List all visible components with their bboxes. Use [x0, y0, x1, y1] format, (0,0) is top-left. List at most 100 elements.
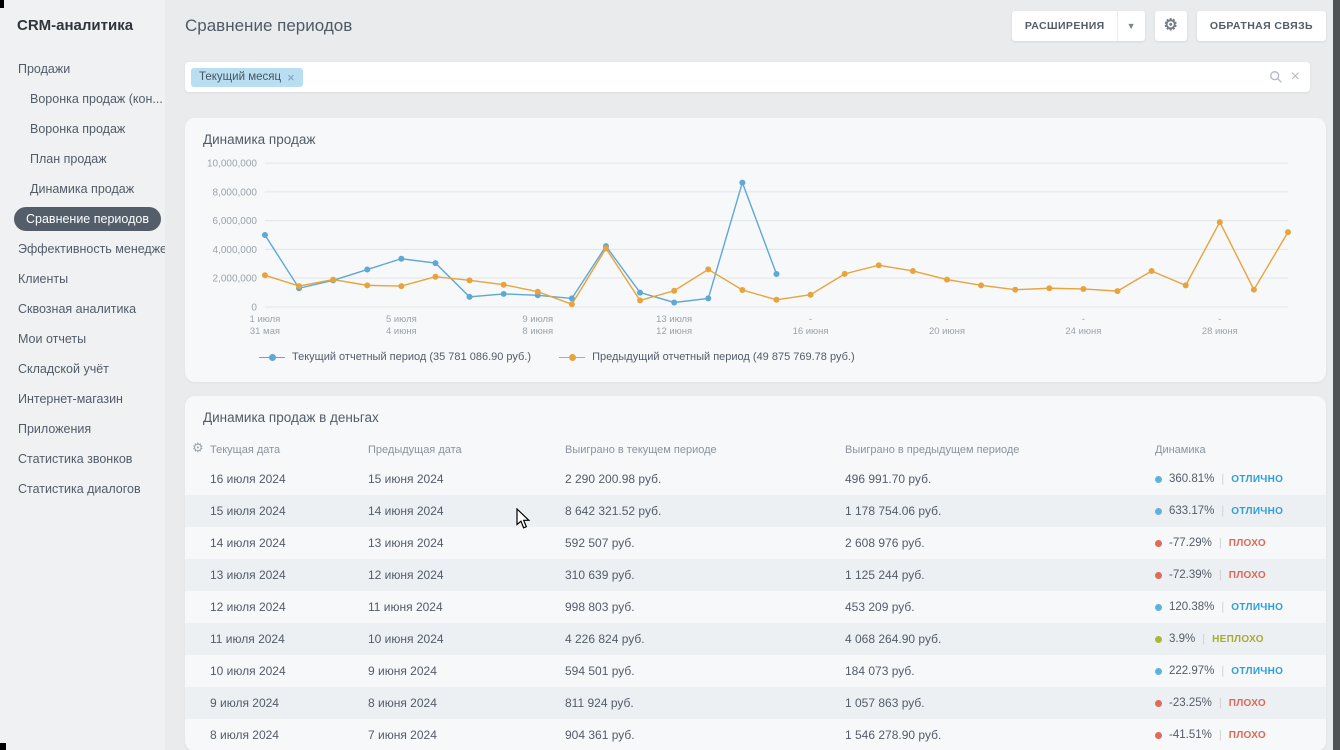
- table-settings-gear-icon[interactable]: ⚙: [192, 441, 204, 454]
- svg-text:16 июня: 16 июня: [793, 326, 829, 337]
- sidebar-item[interactable]: Продажи: [0, 54, 165, 84]
- svg-text:2,000,000: 2,000,000: [213, 274, 258, 285]
- filter-bar[interactable]: Текущий месяц × ×: [185, 62, 1310, 92]
- scrollbar[interactable]: [1333, 0, 1340, 750]
- dynamics-cell: 222.97%|ОТЛИЧНО: [1155, 665, 1326, 677]
- legend-item[interactable]: Предыдущий отчетный период (49 875 769.7…: [559, 351, 855, 363]
- sidebar-item[interactable]: План продаж: [0, 144, 165, 174]
- current-date-cell: 11 июля 2024: [210, 632, 368, 646]
- column-header[interactable]: Текущая дата: [210, 444, 368, 456]
- dynamics-percent: -77.29%: [1169, 537, 1212, 549]
- status-label: ПЛОХО: [1229, 698, 1266, 709]
- feedback-label: ОБРАТНАЯ СВЯЗЬ: [1210, 20, 1313, 32]
- column-header[interactable]: Выиграно в текущем периоде: [565, 444, 845, 456]
- table-row[interactable]: 9 июля 20248 июня 2024811 924 руб.1 057 …: [185, 687, 1326, 719]
- previous-date-cell: 14 июня 2024: [368, 504, 565, 518]
- sidebar-item[interactable]: Интернет-магазин: [0, 384, 165, 414]
- previous-won-cell: 453 209 руб.: [845, 600, 1155, 614]
- table-row[interactable]: 15 июля 202414 июня 20248 642 321.52 руб…: [185, 495, 1326, 527]
- column-header[interactable]: Предыдущая дата: [368, 444, 565, 456]
- current-date-cell: 13 июля 2024: [210, 568, 368, 582]
- current-date-cell: 16 июля 2024: [210, 472, 368, 486]
- sidebar-nav: Продажи Воронка продаж (кон... Воронка про…: [0, 54, 165, 504]
- dynamics-cell: 120.38%|ОТЛИЧНО: [1155, 601, 1326, 613]
- current-won-cell: 904 361 руб.: [565, 728, 845, 742]
- svg-text:9 июля: 9 июля: [522, 314, 553, 325]
- sidebar-item-label: Воронка продаж: [30, 122, 125, 136]
- dynamics-cell: -77.29%|ПЛОХО: [1155, 537, 1326, 549]
- previous-won-cell: 1 125 244 руб.: [845, 568, 1155, 582]
- legend-label: Предыдущий отчетный период (49 875 769.7…: [592, 351, 855, 363]
- sidebar-item-label: Статистика звонков: [18, 452, 132, 466]
- settings-button[interactable]: ⚙: [1155, 11, 1187, 41]
- table-row[interactable]: 16 июля 202415 июня 20242 290 200.98 руб…: [185, 463, 1326, 495]
- window-edge-artifact: [0, 743, 6, 750]
- legend-marker-icon: [559, 353, 585, 362]
- extensions-label: РАСШИРЕНИЯ: [1025, 20, 1105, 32]
- status-dot-icon: [1155, 668, 1162, 675]
- sidebar-item-label: Продажи: [18, 62, 70, 76]
- status-dot-icon: [1155, 572, 1162, 579]
- sidebar-item[interactable]: Приложения: [0, 414, 165, 444]
- svg-text:-: -: [809, 314, 812, 325]
- chevron-down-icon[interactable]: ▼: [1118, 21, 1145, 31]
- sidebar-item-label: Клиенты: [18, 272, 68, 286]
- chip-close-icon[interactable]: ×: [287, 71, 295, 84]
- sidebar-item[interactable]: Воронка продаж (кон...: [0, 84, 165, 114]
- sidebar-item-label: Сквозная аналитика: [18, 302, 136, 316]
- previous-won-cell: 1 546 278.90 руб.: [845, 728, 1155, 742]
- search-icon[interactable]: [1269, 70, 1283, 84]
- sidebar-item[interactable]: Складской учёт: [0, 354, 165, 384]
- legend-item[interactable]: Текущий отчетный период (35 781 086.90 р…: [259, 351, 531, 363]
- sidebar-item[interactable]: Статистика звонков: [0, 444, 165, 474]
- cell-divider: |: [1221, 505, 1224, 517]
- chart-legend: Текущий отчетный период (35 781 086.90 р…: [259, 351, 1300, 363]
- chart-title: Динамика продаж: [203, 132, 1300, 147]
- sidebar-item-label: План продаж: [30, 152, 107, 166]
- sidebar-item[interactable]: Статистика диалогов: [0, 474, 165, 504]
- svg-text:4 июня: 4 июня: [386, 326, 417, 337]
- previous-date-cell: 13 июня 2024: [368, 536, 565, 550]
- svg-text:10,000,000: 10,000,000: [207, 159, 257, 170]
- sidebar-item-label: Динамика продаж: [30, 182, 134, 196]
- filter-chip-label: Текущий месяц: [199, 71, 281, 83]
- sidebar-item[interactable]: Динамика продаж: [0, 174, 165, 204]
- legend-label: Текущий отчетный период (35 781 086.90 р…: [292, 351, 531, 363]
- table-title: Динамика продаж в деньгах: [203, 410, 1326, 425]
- cell-divider: |: [1221, 473, 1224, 485]
- column-header[interactable]: Выиграно в предыдущем периоде: [845, 444, 1155, 456]
- status-dot-icon: [1155, 636, 1162, 643]
- table-row[interactable]: 13 июля 202412 июня 2024310 639 руб.1 12…: [185, 559, 1326, 591]
- previous-won-cell: 1 057 863 руб.: [845, 696, 1155, 710]
- filter-clear-icon[interactable]: ×: [1291, 69, 1300, 85]
- svg-text:-: -: [945, 314, 948, 325]
- feedback-button[interactable]: ОБРАТНАЯ СВЯЗЬ: [1197, 11, 1326, 41]
- column-header[interactable]: Динамика: [1155, 444, 1326, 456]
- sidebar-item[interactable]: Сравнение периодов: [0, 204, 165, 234]
- svg-text:4,000,000: 4,000,000: [213, 245, 258, 256]
- table-row[interactable]: 12 июля 202411 июня 2024998 803 руб.453 …: [185, 591, 1326, 623]
- sidebar-item[interactable]: Эффективность менедже...: [0, 234, 165, 264]
- svg-text:6,000,000: 6,000,000: [213, 216, 258, 227]
- table-row[interactable]: 10 июля 20249 июня 2024594 501 руб.184 0…: [185, 655, 1326, 687]
- dynamics-percent: 222.97%: [1169, 665, 1214, 677]
- table-row[interactable]: 8 июля 20247 июня 2024904 361 руб.1 546 …: [185, 719, 1326, 750]
- previous-date-cell: 10 июня 2024: [368, 632, 565, 646]
- extensions-button[interactable]: РАСШИРЕНИЯ ▼: [1012, 11, 1145, 41]
- sales-dynamics-chart: 02,000,0004,000,0006,000,0008,000,00010,…: [203, 157, 1300, 347]
- sidebar-item-label: Складской учёт: [18, 362, 109, 376]
- sales-money-card: Динамика продаж в деньгах ⚙ Текущая дата…: [185, 396, 1326, 750]
- sidebar-item[interactable]: Мои отчеты: [0, 324, 165, 354]
- current-won-cell: 310 639 руб.: [565, 568, 845, 582]
- svg-text:12 июня: 12 июня: [656, 326, 692, 337]
- cell-divider: |: [1219, 537, 1222, 549]
- dynamics-cell: -72.39%|ПЛОХО: [1155, 569, 1326, 581]
- table-row[interactable]: 11 июля 202410 июня 20244 226 824 руб.4 …: [185, 623, 1326, 655]
- sidebar-item[interactable]: Сквозная аналитика: [0, 294, 165, 324]
- dynamics-cell: 360.81%|ОТЛИЧНО: [1155, 473, 1326, 485]
- table-row[interactable]: 14 июля 202413 июня 2024592 507 руб.2 60…: [185, 527, 1326, 559]
- sidebar-item[interactable]: Клиенты: [0, 264, 165, 294]
- sidebar-item[interactable]: Воронка продаж: [0, 114, 165, 144]
- filter-chip[interactable]: Текущий месяц ×: [191, 68, 303, 87]
- dynamics-cell: 3.9%|НЕПЛОХО: [1155, 633, 1326, 645]
